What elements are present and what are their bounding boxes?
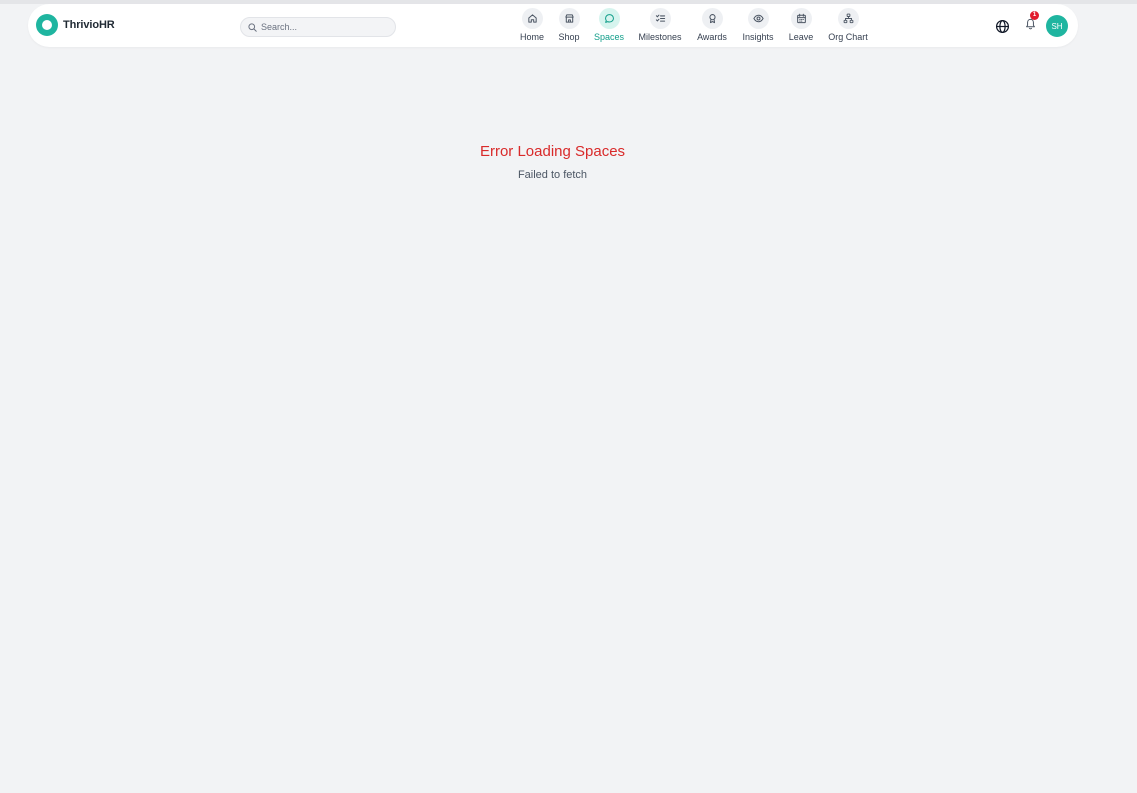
header-actions: 1 SH (995, 11, 1068, 37)
chat-bubble-icon (598, 8, 620, 29)
nav-item-leave[interactable]: Leave (782, 8, 820, 44)
error-message: Failed to fetch (517, 169, 588, 181)
top-navbar: ThrivioHR Home Shop Spaces (28, 4, 1078, 47)
app-logo[interactable]: ThrivioHR (36, 14, 115, 36)
nav-item-awards[interactable]: Awards (690, 8, 734, 44)
avatar[interactable]: SH (1046, 15, 1068, 37)
award-icon (701, 8, 723, 29)
logo-icon (36, 14, 58, 36)
store-icon (558, 8, 580, 29)
error-panel: Error Loading Spaces Failed to fetch (0, 143, 1105, 181)
globe-icon[interactable] (995, 19, 1010, 34)
org-chart-icon (837, 8, 859, 29)
checklist-icon (649, 8, 671, 29)
nav-item-home[interactable]: Home (514, 8, 550, 44)
eye-icon (747, 8, 769, 29)
calendar-icon (790, 8, 812, 29)
nav-item-shop[interactable]: Shop (550, 8, 588, 44)
nav-item-org-chart[interactable]: Org Chart (820, 8, 876, 44)
nav-item-spaces[interactable]: Spaces (588, 8, 630, 44)
main-nav: Home Shop Spaces Milestones Awards Insig… (514, 8, 876, 44)
nav-item-milestones[interactable]: Milestones (630, 8, 690, 44)
home-icon (521, 8, 543, 29)
notification-badge: 1 (1030, 11, 1039, 20)
search-box[interactable] (240, 17, 396, 37)
nav-item-insights[interactable]: Insights (734, 8, 782, 44)
error-title: Error Loading Spaces (479, 143, 626, 160)
notifications-button[interactable]: 1 (1025, 11, 1039, 35)
search-input[interactable] (261, 22, 381, 32)
app-name: ThrivioHR (63, 19, 115, 31)
search-icon (248, 22, 257, 32)
